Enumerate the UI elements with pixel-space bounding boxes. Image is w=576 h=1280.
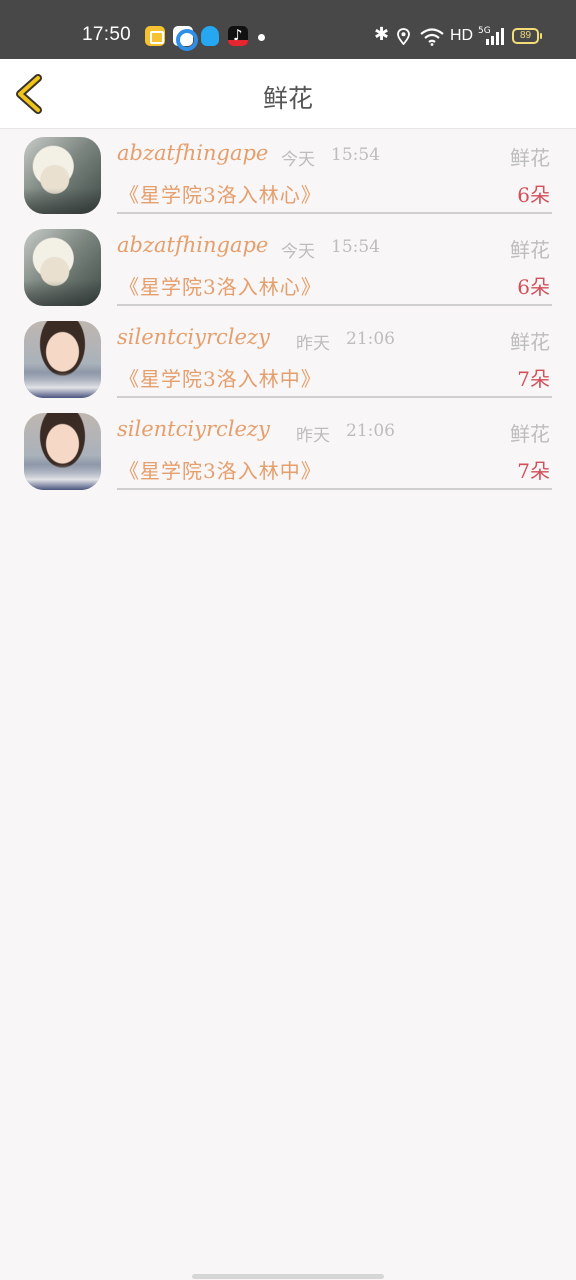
time-clock: 15:54 bbox=[331, 237, 380, 257]
flower-count: 7朵 bbox=[517, 367, 550, 391]
reader-app-icon bbox=[145, 26, 165, 46]
tiktok-icon bbox=[228, 26, 248, 46]
qq-icon bbox=[201, 26, 219, 46]
divider bbox=[117, 488, 552, 490]
divider bbox=[117, 212, 552, 214]
book-title[interactable]: 《星学院3洛入林中》 bbox=[119, 455, 322, 484]
time-day: 今天 bbox=[281, 150, 315, 170]
list-item[interactable]: silentciyrclezy 昨天 21:06 鲜花 《星学院3洛入林中》 7… bbox=[0, 405, 576, 497]
avatar[interactable] bbox=[24, 413, 101, 490]
list-item[interactable]: abzatfhingape 今天 15:54 鲜花 《星学院3洛入林心》 6朵 bbox=[0, 129, 576, 221]
status-bar: 17:50 ✱ HD 5G 89 bbox=[0, 0, 576, 59]
bluetooth-icon: ✱ bbox=[374, 24, 390, 44]
avatar[interactable] bbox=[24, 321, 101, 398]
time-clock: 21:06 bbox=[346, 329, 395, 349]
battery-icon: 89 bbox=[512, 28, 542, 44]
gift-type: 鲜花 bbox=[510, 330, 550, 354]
time-day: 今天 bbox=[281, 242, 315, 262]
time-clock: 15:54 bbox=[331, 145, 380, 165]
list-item[interactable]: silentciyrclezy 昨天 21:06 鲜花 《星学院3洛入林中》 7… bbox=[0, 313, 576, 405]
time-day: 昨天 bbox=[296, 334, 330, 354]
book-title[interactable]: 《星学院3洛入林中》 bbox=[119, 363, 322, 392]
notification-dot-icon bbox=[258, 34, 265, 41]
username[interactable]: abzatfhingape bbox=[117, 233, 268, 257]
time-clock: 21:06 bbox=[346, 421, 395, 441]
avatar[interactable] bbox=[24, 137, 101, 214]
wifi-icon bbox=[420, 28, 444, 46]
home-indicator[interactable] bbox=[192, 1274, 384, 1279]
gift-type: 鲜花 bbox=[510, 422, 550, 446]
location-icon bbox=[397, 28, 410, 45]
divider bbox=[117, 304, 552, 306]
avatar[interactable] bbox=[24, 229, 101, 306]
flower-count: 6朵 bbox=[517, 275, 550, 299]
app-header: 鲜花 bbox=[0, 59, 576, 129]
username[interactable]: silentciyrclezy bbox=[117, 417, 270, 441]
browser-app-icon bbox=[173, 26, 198, 51]
flower-gift-list: abzatfhingape 今天 15:54 鲜花 《星学院3洛入林心》 6朵 … bbox=[0, 129, 576, 497]
divider bbox=[117, 396, 552, 398]
flower-count: 7朵 bbox=[517, 459, 550, 483]
username[interactable]: abzatfhingape bbox=[117, 141, 268, 165]
list-item[interactable]: abzatfhingape 今天 15:54 鲜花 《星学院3洛入林心》 6朵 bbox=[0, 221, 576, 313]
page-title: 鲜花 bbox=[262, 84, 313, 113]
hd-label: HD bbox=[450, 27, 474, 44]
book-title[interactable]: 《星学院3洛入林心》 bbox=[119, 271, 322, 300]
flower-count: 6朵 bbox=[517, 183, 550, 207]
status-time: 17:50 bbox=[82, 24, 132, 45]
5g-label: 5G bbox=[478, 26, 491, 36]
username[interactable]: silentciyrclezy bbox=[117, 325, 270, 349]
book-title[interactable]: 《星学院3洛入林心》 bbox=[119, 179, 322, 208]
gift-type: 鲜花 bbox=[510, 238, 550, 262]
gift-type: 鲜花 bbox=[510, 146, 550, 170]
time-day: 昨天 bbox=[296, 426, 330, 446]
